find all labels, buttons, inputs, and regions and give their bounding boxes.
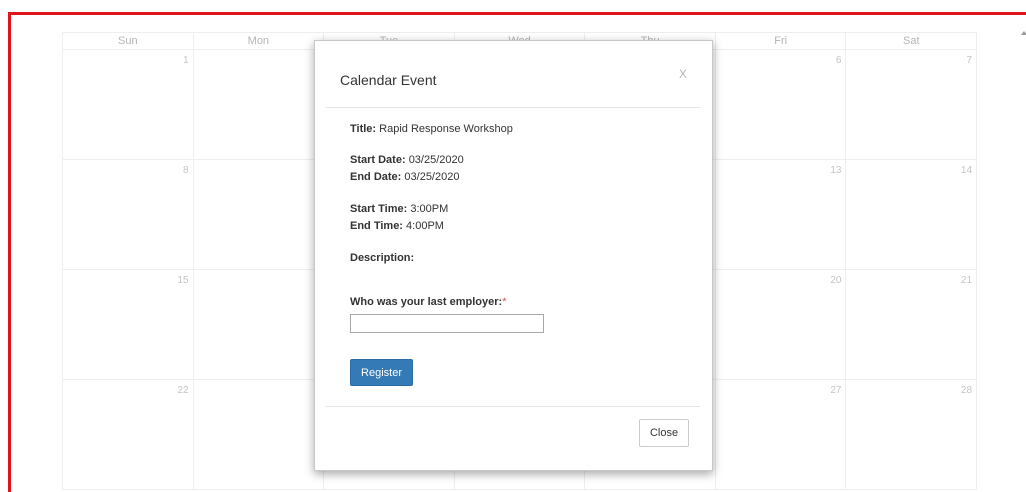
end-time-value: 4:00PM [406, 220, 444, 232]
description-field: Description: [350, 252, 414, 264]
day-number: 6 [835, 55, 842, 66]
day-number: 20 [830, 275, 842, 286]
end-date-field: End Date: 03/25/2020 [350, 171, 459, 183]
day-number: 22 [177, 385, 189, 396]
close-button[interactable]: Close [639, 419, 689, 447]
modal-title: Calendar Event [340, 72, 437, 88]
day-header-fri: Fri [716, 33, 847, 49]
day-number: 8 [183, 165, 189, 176]
event-title-label: Title: [350, 123, 377, 135]
start-time-label: Start Time: [350, 203, 408, 215]
calendar-day-cell[interactable]: 8 [63, 160, 194, 269]
end-date-value: 03/25/2020 [404, 171, 460, 183]
end-date-label: End Date: [350, 171, 402, 183]
calendar-day-cell[interactable]: 13 [716, 160, 847, 269]
modal-header-divider [326, 107, 700, 108]
calendar-day-cell[interactable]: 15 [63, 270, 194, 379]
calendar-day-cell[interactable] [194, 270, 325, 379]
day-number: 27 [830, 385, 842, 396]
calendar-day-cell[interactable]: 27 [716, 380, 847, 489]
calendar-day-cell[interactable]: 21 [846, 270, 978, 379]
calendar-day-cell[interactable] [194, 380, 325, 489]
calendar-day-cell[interactable]: 22 [63, 380, 194, 489]
end-time-field: End Time: 4:00PM [350, 220, 444, 232]
day-header-sun: Sun [63, 33, 194, 49]
day-number: 7 [966, 55, 973, 66]
calendar-day-cell[interactable]: 20 [716, 270, 847, 379]
employer-label: Who was your last employer: [350, 296, 503, 308]
employer-question: Who was your last employer:* [350, 296, 506, 308]
calendar-event-modal: Calendar Event X Title: Rapid Response W… [314, 40, 713, 471]
calendar-day-cell[interactable]: 6 [716, 50, 847, 159]
day-number: 21 [960, 275, 973, 286]
event-title-field: Title: Rapid Response Workshop [350, 123, 513, 135]
day-number: 13 [830, 165, 842, 176]
required-marker: * [502, 296, 507, 308]
description-label: Description: [350, 252, 415, 264]
start-date-label: Start Date: [350, 154, 406, 166]
start-date-field: Start Date: 03/25/2020 [350, 154, 464, 166]
employer-input[interactable] [350, 314, 544, 333]
register-button[interactable]: Register [350, 359, 413, 386]
calendar-day-cell[interactable] [194, 50, 325, 159]
end-time-label: End Time: [350, 220, 403, 232]
day-header-mon: Mon [194, 33, 325, 49]
scroll-up-arrow-icon[interactable] [1021, 31, 1026, 35]
day-number: 28 [960, 385, 973, 396]
calendar-day-cell[interactable] [194, 160, 325, 269]
day-number: 1 [183, 55, 189, 66]
calendar-day-cell[interactable]: 7 [846, 50, 978, 159]
start-date-value: 03/25/2020 [408, 154, 464, 166]
day-number: 15 [177, 275, 189, 286]
calendar-day-cell[interactable]: 14 [846, 160, 978, 269]
start-time-field: Start Time: 3:00PM [350, 203, 448, 215]
day-number: 14 [960, 165, 973, 176]
calendar-day-cell[interactable]: 1 [63, 50, 194, 159]
start-time-value: 3:00PM [410, 203, 449, 215]
close-x-icon[interactable]: X [679, 67, 687, 81]
day-header-sat: Sat [846, 33, 978, 49]
modal-footer-divider [326, 406, 700, 407]
event-title-value: Rapid Response Workshop [379, 123, 513, 135]
calendar-day-cell[interactable]: 28 [846, 380, 978, 489]
